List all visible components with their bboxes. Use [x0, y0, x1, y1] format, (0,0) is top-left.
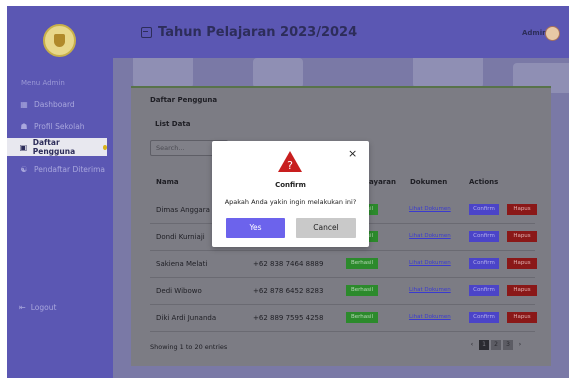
- sidebar-item-label: Dashboard: [34, 99, 75, 109]
- view-document-link[interactable]: Lihat Dokumen: [409, 314, 451, 320]
- page-title-text: Tahun Pelajaran 2023/2024: [158, 25, 358, 40]
- view-document-link[interactable]: Lihat Dokumen: [409, 260, 451, 266]
- dialog-message: Apakah Anda yakin ingin melakukan ini?: [224, 198, 357, 206]
- admin-name: Admin: [522, 29, 548, 37]
- sidebar-item-pendaftar-diterima[interactable]: ☯ Pendaftar Diterima: [7, 160, 113, 178]
- user-list-icon: ▣: [19, 142, 28, 152]
- pagination-page[interactable]: 1: [479, 340, 489, 350]
- entries-info: Showing 1 to 20 entries: [150, 343, 228, 351]
- status-badge: Berhasil: [346, 312, 378, 323]
- row-name: Dondi Kurniaji: [156, 233, 205, 241]
- background-shape: [133, 58, 193, 88]
- avatar[interactable]: [545, 26, 560, 41]
- sidebar: Menu Admin ▦ Dashboard ☗ Profil Sekolah …: [7, 6, 113, 378]
- column-header-nama: Nama: [156, 178, 179, 186]
- logout-label: Logout: [30, 303, 57, 312]
- school-logo: [43, 24, 76, 57]
- delete-button[interactable]: Hapus: [507, 312, 537, 323]
- view-document-link[interactable]: Lihat Dokumen: [409, 206, 451, 212]
- table-row: Dedi Wibowo +62 878 6452 8283 Berhasil L…: [150, 278, 537, 305]
- background-shape: [413, 58, 483, 88]
- cancel-button[interactable]: Cancel: [296, 218, 356, 238]
- confirm-button[interactable]: Confirm: [469, 312, 499, 323]
- row-name: Sakiena Melati: [156, 260, 208, 268]
- table-row: Diki Ardi Junanda +62 889 7595 4258 Berh…: [150, 305, 537, 332]
- row-name: Diki Ardi Junanda: [156, 314, 217, 322]
- confirm-button[interactable]: Confirm: [469, 285, 499, 296]
- active-indicator-dot: [102, 144, 107, 150]
- status-badge: Berhasil: [346, 285, 378, 296]
- page-title: Tahun Pelajaran 2023/2024: [141, 25, 357, 40]
- view-document-link[interactable]: Lihat Dokumen: [409, 287, 451, 293]
- calendar-icon: [141, 27, 152, 38]
- yes-button[interactable]: Yes: [226, 218, 285, 238]
- pagination-page[interactable]: 2: [491, 340, 501, 350]
- column-header-pembayaran: ayaran: [369, 178, 396, 186]
- row-name: Dimas Anggara: [156, 206, 210, 214]
- row-phone: +62 889 7595 4258: [253, 314, 324, 322]
- pagination-prev[interactable]: ‹: [467, 340, 477, 350]
- warning-icon: ?: [278, 151, 302, 172]
- row-name: Dedi Wibowo: [156, 287, 202, 295]
- sidebar-item-label: Pendaftar Diterima: [34, 164, 105, 174]
- status-badge: Berhasil: [346, 258, 378, 269]
- logout-icon: ⇤: [19, 303, 26, 312]
- column-header-actions: Actions: [469, 178, 499, 186]
- sidebar-item-daftar-pengguna[interactable]: ▣ Daftar Pengguna: [7, 138, 107, 156]
- view-document-link[interactable]: Lihat Dokumen: [409, 233, 451, 239]
- logout-button[interactable]: ⇤ Logout: [19, 303, 56, 312]
- dashboard-icon: ▦: [20, 99, 28, 109]
- background-shape: [253, 58, 303, 88]
- sidebar-item-label: Daftar Pengguna: [32, 138, 76, 156]
- delete-button[interactable]: Hapus: [507, 285, 537, 296]
- table-row: Sakiena Melati +62 838 7464 8889 Berhasi…: [150, 251, 537, 278]
- column-header-dokumen: Dokumen: [410, 178, 448, 186]
- pagination-page[interactable]: 3: [503, 340, 513, 350]
- row-phone: +62 878 6452 8283: [253, 287, 324, 295]
- dialog-title: Confirm: [275, 181, 306, 189]
- app-window: Menu Admin ▦ Dashboard ☗ Profil Sekolah …: [7, 6, 569, 378]
- delete-button[interactable]: Hapus: [507, 204, 537, 215]
- list-data-label: List Data: [155, 120, 191, 128]
- sidebar-item-label: Profil Sekolah: [34, 121, 85, 131]
- row-phone: +62 838 7464 8889: [253, 260, 324, 268]
- users-accepted-icon: ☯: [20, 164, 28, 174]
- pagination: ‹ 1 2 3 ›: [466, 340, 526, 350]
- confirm-button[interactable]: Confirm: [469, 258, 499, 269]
- confirm-button[interactable]: Confirm: [469, 204, 499, 215]
- sidebar-item-profil-sekolah[interactable]: ☗ Profil Sekolah: [7, 117, 113, 135]
- svg-text:?: ?: [287, 159, 293, 172]
- confirm-button[interactable]: Confirm: [469, 231, 499, 242]
- card-title: Daftar Pengguna: [150, 96, 218, 104]
- pagination-next[interactable]: ›: [515, 340, 525, 350]
- close-icon[interactable]: ×: [348, 147, 357, 160]
- delete-button[interactable]: Hapus: [507, 258, 537, 269]
- menu-title: Menu Admin: [21, 79, 65, 87]
- delete-button[interactable]: Hapus: [507, 231, 537, 242]
- confirm-dialog: × ? Confirm Apakah Anda yakin ingin mela…: [212, 141, 369, 247]
- sidebar-item-dashboard[interactable]: ▦ Dashboard: [7, 95, 113, 113]
- top-header: Tahun Pelajaran 2023/2024 Admin: [113, 6, 569, 58]
- school-icon: ☗: [20, 121, 28, 131]
